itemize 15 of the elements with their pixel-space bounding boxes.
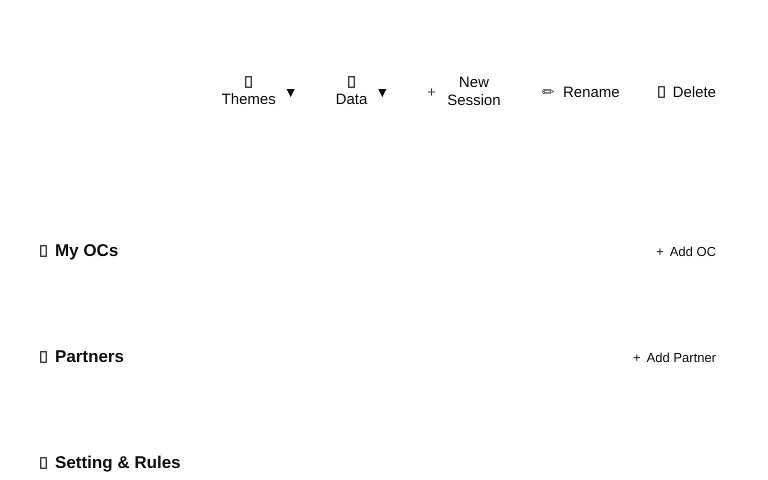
add-button[interactable]: + Add Partner — [633, 350, 716, 364]
missing-glyph-icon — [40, 245, 47, 257]
missing-glyph-icon — [40, 457, 47, 469]
section-title: Setting & Rules — [55, 453, 181, 473]
toolbar-button[interactable]: Delete — [658, 84, 716, 100]
section-title: My OCs — [55, 241, 118, 261]
toolbar-button[interactable]: ✏ Rename — [542, 83, 620, 101]
add-button[interactable]: + Add OC — [656, 244, 716, 258]
missing-glyph-icon — [245, 76, 252, 88]
missing-glyph-icon — [40, 351, 47, 363]
section-title: Partners — [55, 347, 124, 367]
menu-button[interactable]: Themes ▼ — [222, 76, 298, 108]
missing-glyph-icon — [348, 76, 355, 88]
menu-button[interactable]: Data ▼ — [336, 76, 390, 108]
missing-glyph-icon — [658, 86, 665, 98]
